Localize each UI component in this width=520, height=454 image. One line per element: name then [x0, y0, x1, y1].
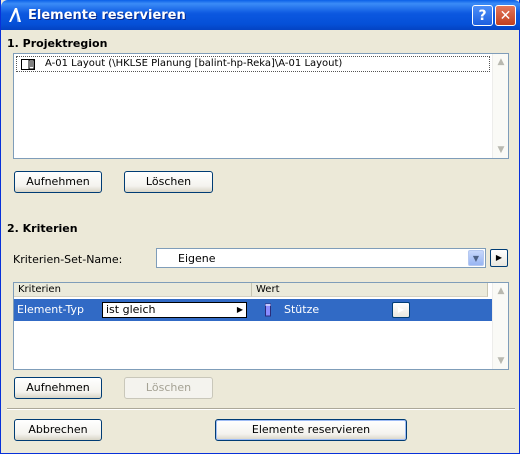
- scroll-down-icon[interactable]: ▼: [493, 142, 509, 158]
- footer-separator: [7, 408, 515, 410]
- layout-sheet-icon: [21, 59, 35, 70]
- table-row[interactable]: Element-Typ ist gleich ▶ Stütze ▶: [14, 299, 492, 321]
- dialog-window: Elemente reservieren ? ✕ 1. Projektregio…: [0, 0, 520, 454]
- operator-value: ist gleich: [106, 303, 156, 316]
- window-title: Elemente reservieren: [28, 8, 186, 23]
- project-region-scrollbar[interactable]: ▲ ▼: [492, 54, 508, 158]
- criteria-table[interactable]: Kriterien Wert Element-Typ ist gleich ▶ …: [13, 282, 509, 370]
- cancel-button[interactable]: Abbrechen: [14, 419, 102, 441]
- reserve-elements-button[interactable]: Elemente reservieren: [215, 419, 407, 441]
- close-button[interactable]: ✕: [495, 5, 516, 26]
- region-add-button[interactable]: Aufnehmen: [14, 171, 102, 193]
- criteria-set-menu-button[interactable]: ▶: [490, 249, 508, 267]
- criteria-delete-button[interactable]: Löschen: [124, 377, 213, 399]
- project-region-list[interactable]: A-01 Layout (\HKLSE Planung [balint-hp-R…: [13, 53, 509, 159]
- criteria-scrollbar[interactable]: ▲ ▼: [492, 283, 508, 369]
- scroll-down-icon[interactable]: ▼: [493, 353, 509, 369]
- column-element-icon: [265, 303, 271, 317]
- list-item-label: A-01 Layout (\HKLSE Planung [balint-hp-R…: [45, 58, 343, 69]
- help-icon: ?: [478, 7, 487, 24]
- criterion-name: Element-Typ: [17, 303, 84, 316]
- triangle-right-icon: ▶: [495, 253, 503, 262]
- archicad-app-icon: [9, 8, 21, 22]
- scroll-up-icon[interactable]: ▲: [493, 54, 509, 70]
- triangle-right-icon: ▶: [236, 305, 243, 314]
- criteria-add-button[interactable]: Aufnehmen: [14, 377, 102, 399]
- column-header-value[interactable]: Wert: [252, 283, 488, 297]
- operator-dropdown[interactable]: ist gleich ▶: [102, 302, 247, 318]
- list-item[interactable]: A-01 Layout (\HKLSE Planung [balint-hp-R…: [16, 56, 490, 72]
- title-bar[interactable]: Elemente reservieren ? ✕: [1, 0, 520, 30]
- criteria-set-name-value: Eigene: [178, 252, 216, 265]
- chevron-down-icon[interactable]: ▼: [468, 250, 484, 266]
- triangle-right-icon: ▶: [397, 305, 405, 314]
- criteria-set-name-label: Kriterien-Set-Name:: [13, 253, 123, 266]
- value-menu-button[interactable]: ▶: [392, 302, 410, 318]
- criteria-set-name-select[interactable]: Eigene ▼: [156, 248, 486, 268]
- help-button[interactable]: ?: [472, 5, 493, 26]
- region-delete-button[interactable]: Löschen: [124, 171, 213, 193]
- section-project-region-heading: 1. Projektregion: [7, 37, 108, 50]
- section-criteria-heading: 2. Kriterien: [7, 222, 78, 235]
- criterion-value: Stütze: [284, 303, 320, 316]
- scroll-up-icon[interactable]: ▲: [493, 283, 509, 299]
- close-icon: ✕: [499, 7, 512, 24]
- column-header-criteria[interactable]: Kriterien: [14, 283, 252, 297]
